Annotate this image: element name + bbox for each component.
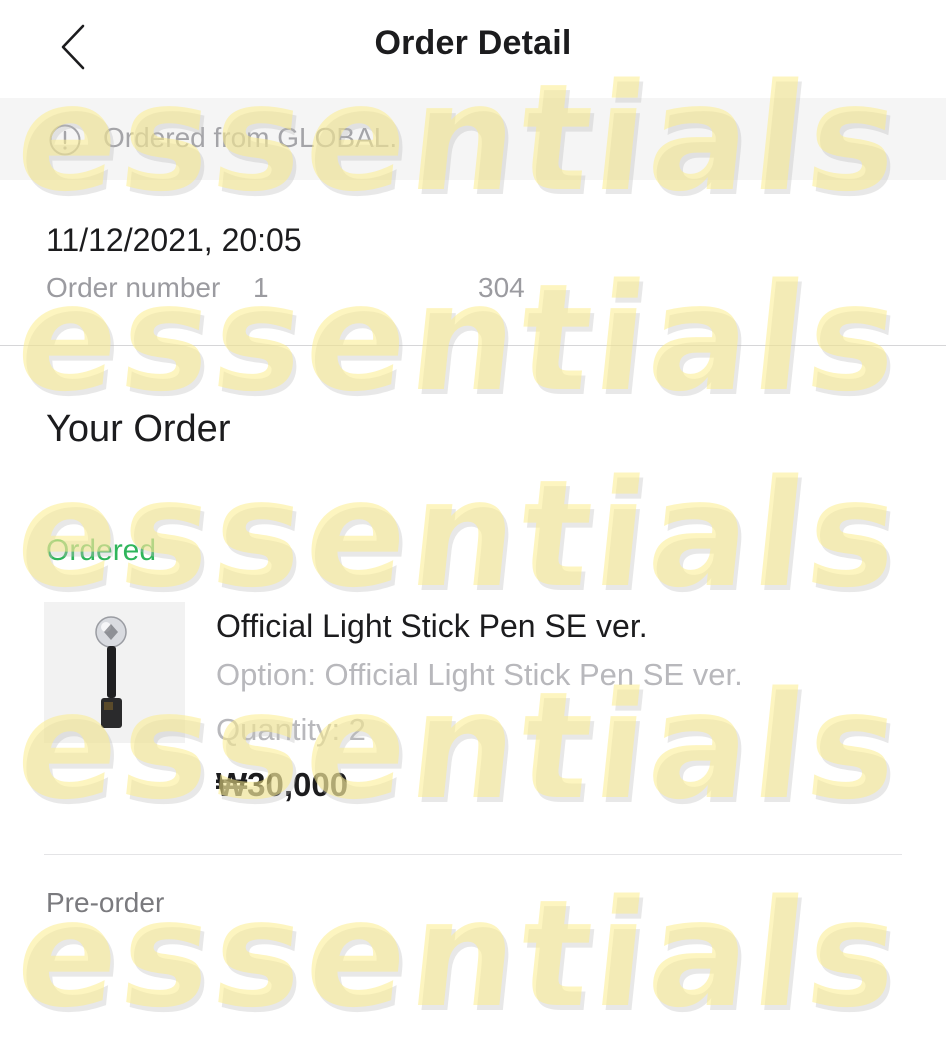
order-number-label: Order number [46, 272, 221, 303]
product-price: ₩30,000 [216, 766, 349, 803]
order-number-end: 304 [478, 272, 525, 303]
page-title: Order Detail [374, 24, 572, 62]
product-name[interactable]: Official Light Stick Pen SE ver. [216, 608, 648, 645]
product-thumbnail[interactable] [44, 602, 185, 743]
header-bar: Order Detail [0, 0, 946, 96]
product-option: Option: Official Light Stick Pen SE ver. [216, 657, 743, 692]
order-date: 11/12/2021, 20:05 [46, 222, 302, 258]
order-status: Ordered [46, 534, 157, 567]
item-divider [44, 854, 902, 855]
info-circle-icon [49, 124, 81, 156]
preorder-label: Pre-order [46, 887, 165, 918]
section-title: Your Order [46, 408, 231, 450]
product-quantity: Quantity: 2 [216, 712, 366, 747]
order-number-start: 1 [253, 272, 269, 303]
light-stick-image [95, 616, 127, 728]
section-divider [0, 345, 946, 346]
notice-text: Ordered from GLOBAL. [103, 122, 398, 153]
